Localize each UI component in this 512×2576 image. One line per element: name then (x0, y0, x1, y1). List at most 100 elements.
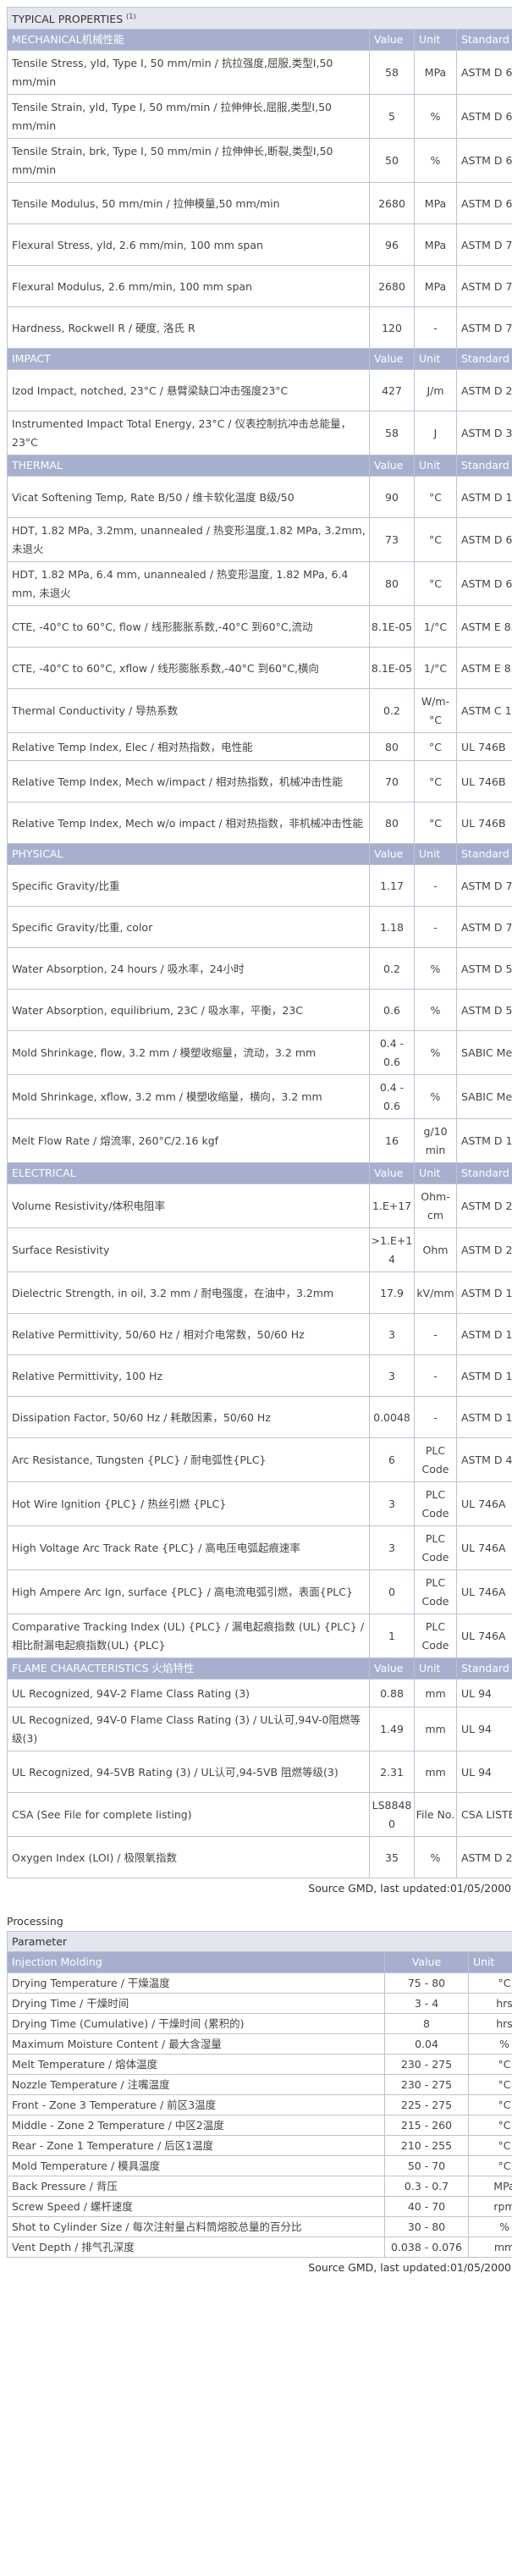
table-row: Surface Resistivity>1.E+14OhmASTM D 257 (7, 1227, 512, 1273)
section-title: Injection Molding (7, 1951, 385, 1974)
parameter-value: 3 - 4 (384, 1993, 469, 2015)
property-unit: g/10 min (414, 1118, 457, 1164)
table-row: Tensile Modulus, 50 mm/min / 拉伸模量,50 mm/… (7, 182, 512, 225)
parameter-value: 230 - 275 (384, 2054, 469, 2076)
table-row: UL Recognized, 94V-2 Flame Class Rating … (7, 1679, 512, 1708)
table-row: Hardness, Rockwell R / 硬度, 洛氏 R 120- ASTM … (7, 306, 512, 350)
property-value: 3 (369, 1313, 415, 1356)
table-row: Tensile Strain, yld, Type I, 50 mm/min /… (7, 94, 512, 140)
property-unit: MPa (414, 182, 457, 225)
property-name: Arc Resistance, Tungsten {PLC} / 耐电弧性{PL… (7, 1437, 370, 1483)
parameter-unit: hrs (467, 2013, 512, 2035)
property-value: 58 (369, 50, 415, 96)
property-standard: SABIC Method (455, 1074, 512, 1120)
column-header-value: Value (384, 1951, 469, 1974)
property-unit: mm (414, 1679, 457, 1708)
property-name: CTE, -40°C to 60°C, flow / 线形膨胀系数,-40°C … (7, 605, 370, 648)
section-header: IMPACT Value Unit Standard (7, 348, 512, 371)
property-name: Water Absorption, 24 hours / 吸水率，24小时 (7, 947, 370, 990)
property-value: 2680 (369, 265, 415, 308)
property-unit: 1/°C (414, 605, 457, 648)
parameter-name: Back Pressure / 背压 (7, 2176, 385, 2198)
property-name: Specific Gravity/比重, color (7, 906, 370, 949)
property-unit: MPa (414, 265, 457, 308)
section-title: ELECTRICAL (7, 1162, 370, 1185)
table-row: CSA (See File for complete listing) LS884… (7, 1792, 512, 1838)
parameter-value: 75 - 80 (384, 1972, 469, 1994)
table-row: High Voltage Arc Track Rate {PLC} / 高电压电… (7, 1525, 512, 1571)
table-row: Mold Shrinkage, flow, 3.2 mm / 模塑收缩量，流动，… (7, 1030, 512, 1076)
property-value: 96 (369, 223, 415, 267)
table-row: Arc Resistance, Tungsten {PLC} / 耐电弧性{PL… (7, 1437, 512, 1483)
property-value: 0.4 - 0.6 (369, 1074, 415, 1120)
property-unit: PLC Code (414, 1481, 457, 1527)
property-standard: ASTM D 1525 (455, 476, 512, 519)
property-value: 5 (369, 94, 415, 140)
table-row: Water Absorption, 24 hours / 吸水率，24小时 0.2… (7, 947, 512, 990)
property-standard: ASTM D 638 (455, 50, 512, 96)
property-unit: % (414, 138, 457, 184)
section-header: MECHANICAL机械性能 Value Unit Standard (7, 29, 512, 52)
property-unit: mm (414, 1751, 457, 1794)
column-header-unit: Unit (467, 1951, 512, 1974)
property-value: 0.0048 (369, 1396, 415, 1439)
parameter-value: 215 - 260 (384, 2115, 469, 2137)
table-row: HDT, 1.82 MPa, 6.4 mm, unannealed / 热变形温… (7, 561, 512, 607)
property-name: Dielectric Strength, in oil, 3.2 mm / 耐电… (7, 1271, 370, 1315)
property-unit: °C (414, 732, 457, 762)
property-unit: kV/mm (414, 1271, 457, 1315)
table-row: Drying Temperature / 干燥温度 75 - 80 °C (7, 1972, 512, 1994)
table-row: Relative Temp Index, Mech w/o impact / 相… (7, 802, 512, 845)
property-value: 1.E+17 (369, 1183, 415, 1229)
property-name: Hardness, Rockwell R / 硬度, 洛氏 R (7, 306, 370, 350)
property-name: Tensile Strain, yld, Type I, 50 mm/min /… (7, 94, 370, 140)
property-name: Water Absorption, equilibrium, 23C / 吸水率… (7, 989, 370, 1032)
property-name: Thermal Conductivity / 导热系数 (7, 688, 370, 734)
property-standard: UL 94 (455, 1679, 512, 1708)
property-value: 3 (369, 1354, 415, 1398)
property-unit: % (414, 947, 457, 990)
properties-title-footnote: (1) (126, 13, 136, 20)
properties-title-text: TYPICAL PROPERTIES (12, 13, 124, 26)
property-unit: PLC Code (414, 1613, 457, 1659)
property-name: Surface Resistivity (7, 1227, 370, 1273)
table-row: Drying Time (Cumulative) / 干燥时间 (累积的) 8 hr… (7, 2013, 512, 2035)
table-row: Screw Speed / 螺杆速度 40 - 70 rpm (7, 2196, 512, 2218)
property-standard: UL 746A (455, 1481, 512, 1527)
property-unit: % (414, 1074, 457, 1120)
property-value: 90 (369, 476, 415, 519)
property-standard: ASTM D 149 (455, 1271, 512, 1315)
parameter-name: Front - Zone 3 Temperature / 前区3温度 (7, 2094, 385, 2116)
property-unit: - (414, 1354, 457, 1398)
parameter-value: 0.04 (384, 2033, 469, 2055)
parameter-unit: °C (467, 1972, 512, 1994)
table-row: Relative Temp Index, Mech w/impact / 相对热… (7, 760, 512, 803)
table-row: UL Recognized, 94-5VB Rating (3) / UL认可,… (7, 1751, 512, 1794)
property-value: 6 (369, 1437, 415, 1483)
column-header-value: Value (369, 29, 415, 52)
property-name: High Ampere Arc Ign, surface {PLC} / 高电流… (7, 1569, 370, 1615)
parameter-value: 230 - 275 (384, 2074, 469, 2096)
property-standard: ASTM D 638 (455, 182, 512, 225)
table-row: Nozzle Temperature / 注嘴温度 230 - 275 °C (7, 2074, 512, 2096)
column-header-value: Value (369, 1658, 415, 1680)
table-row: Back Pressure / 背压 0.3 - 0.7 MPa (7, 2176, 512, 2198)
property-unit: PLC Code (414, 1437, 457, 1483)
parameter-value: 210 - 255 (384, 2135, 469, 2157)
property-standard: CSA LISTED (455, 1792, 512, 1838)
property-name: Tensile Strain, brk, Type I, 50 mm/min /… (7, 138, 370, 184)
section-header: THERMAL Value Unit Standard (7, 455, 512, 477)
parameter-name: Shot to Cylinder Size / 每次注射量占料筒熔胶总量的百分比 (7, 2216, 385, 2238)
parameter-unit: % (467, 2033, 512, 2055)
table-row: Tensile Strain, brk, Type I, 50 mm/min /… (7, 138, 512, 184)
property-name: Flexural Stress, yld, 2.6 mm/min, 100 mm… (7, 223, 370, 267)
property-name: Oxygen Index (LOI) / 极限氧指数 (7, 1836, 370, 1879)
parameter-name: Drying Time (Cumulative) / 干燥时间 (累积的) (7, 2013, 385, 2035)
property-value: 1.18 (369, 906, 415, 949)
property-value: 50 (369, 138, 415, 184)
property-unit: °C (414, 517, 457, 563)
property-name: Relative Permittivity, 100 Hz (7, 1354, 370, 1398)
property-standard: ASTM D 792 (455, 906, 512, 949)
parameter-value: 30 - 80 (384, 2216, 469, 2238)
property-value: 73 (369, 517, 415, 563)
